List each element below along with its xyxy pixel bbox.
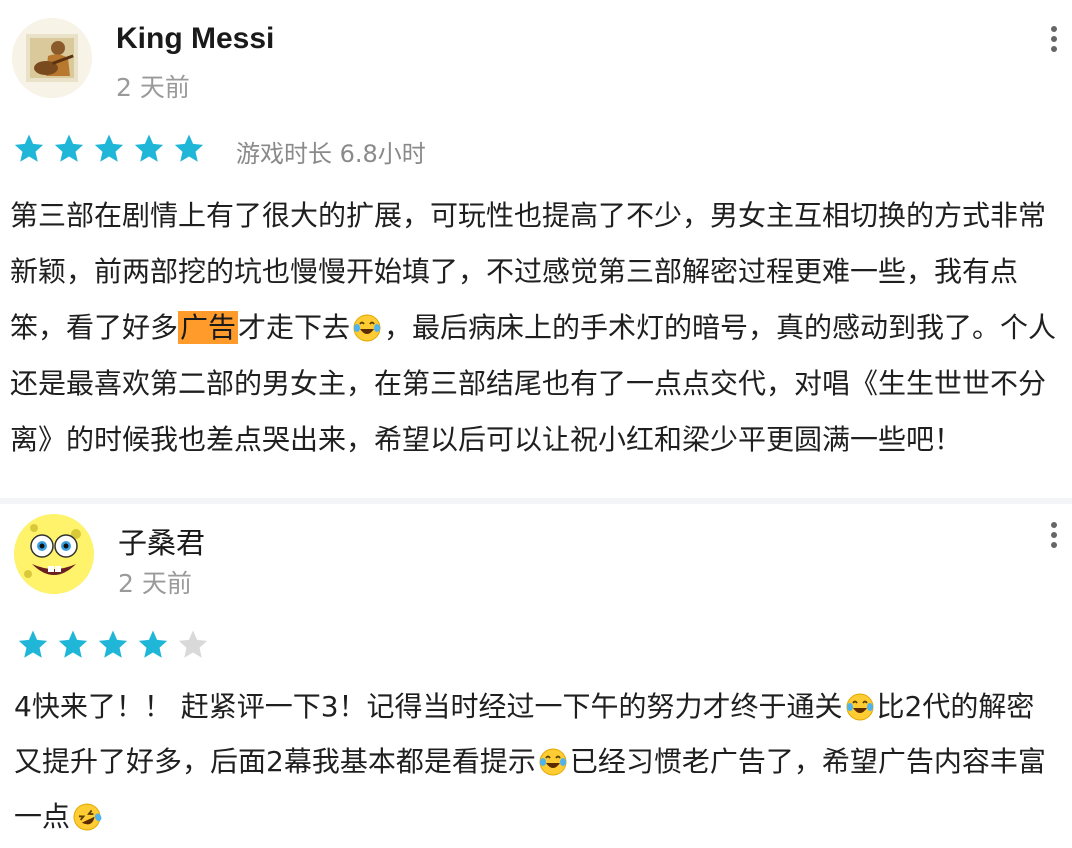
laughing-tears-emoji-icon: [353, 314, 381, 342]
more-options-icon[interactable]: [1048, 522, 1060, 548]
star-filled-icon: [58, 630, 88, 658]
playtime-label: 游戏时长 6.8小时: [236, 140, 426, 168]
star-rating: [12, 132, 206, 166]
star-filled-icon: [18, 630, 48, 658]
spongebob-avatar-image: [14, 514, 94, 594]
review-time: 2 天前: [118, 569, 192, 598]
guitar-player-avatar-image: [12, 18, 92, 98]
review-text: 第三部在剧情上有了很大的扩展，可玩性也提高了不少，男女主互相切换的方式非常新颖，…: [10, 188, 1060, 468]
review-text-segment: 4快来了！！ 赶紧评一下3！记得当时经过一下午的努力才终于通关: [14, 690, 843, 723]
star-filled-icon: [98, 630, 128, 658]
avatar[interactable]: [14, 514, 94, 594]
star-filled-icon: [54, 134, 84, 162]
user-name[interactable]: King Messi: [116, 22, 274, 56]
star-empty-icon: [178, 630, 208, 658]
rolling-laughing-emoji-icon: [73, 803, 102, 831]
review-text: 4快来了！！ 赶紧评一下3！记得当时经过一下午的努力才终于通关 比2代的解密又提升…: [14, 679, 1054, 844]
star-filled-icon: [138, 630, 168, 658]
laughing-tears-emoji-icon: [539, 748, 567, 776]
more-options-icon[interactable]: [1048, 26, 1060, 52]
star-filled-icon: [134, 134, 164, 162]
star-rating: [16, 628, 210, 662]
laughing-tears-emoji-icon: [846, 693, 874, 721]
review-text-segment: 才走下去: [238, 311, 351, 344]
review-time: 2 天前: [116, 73, 190, 102]
user-name[interactable]: 子桑君: [118, 520, 205, 562]
star-filled-icon: [94, 134, 124, 162]
review-card: 子桑君 2 天前 4快来了！！ 赶紧评一下3！记得当时经过一下午的努力才终于通关…: [0, 504, 1072, 848]
review-card: King Messi 2 天前 游戏时长 6.8小时 第三部在剧情上有了很大的扩…: [0, 0, 1072, 498]
star-filled-icon: [14, 134, 44, 162]
star-filled-icon: [174, 134, 204, 162]
avatar[interactable]: [12, 18, 92, 98]
highlighted-keyword: 广告: [178, 311, 239, 344]
